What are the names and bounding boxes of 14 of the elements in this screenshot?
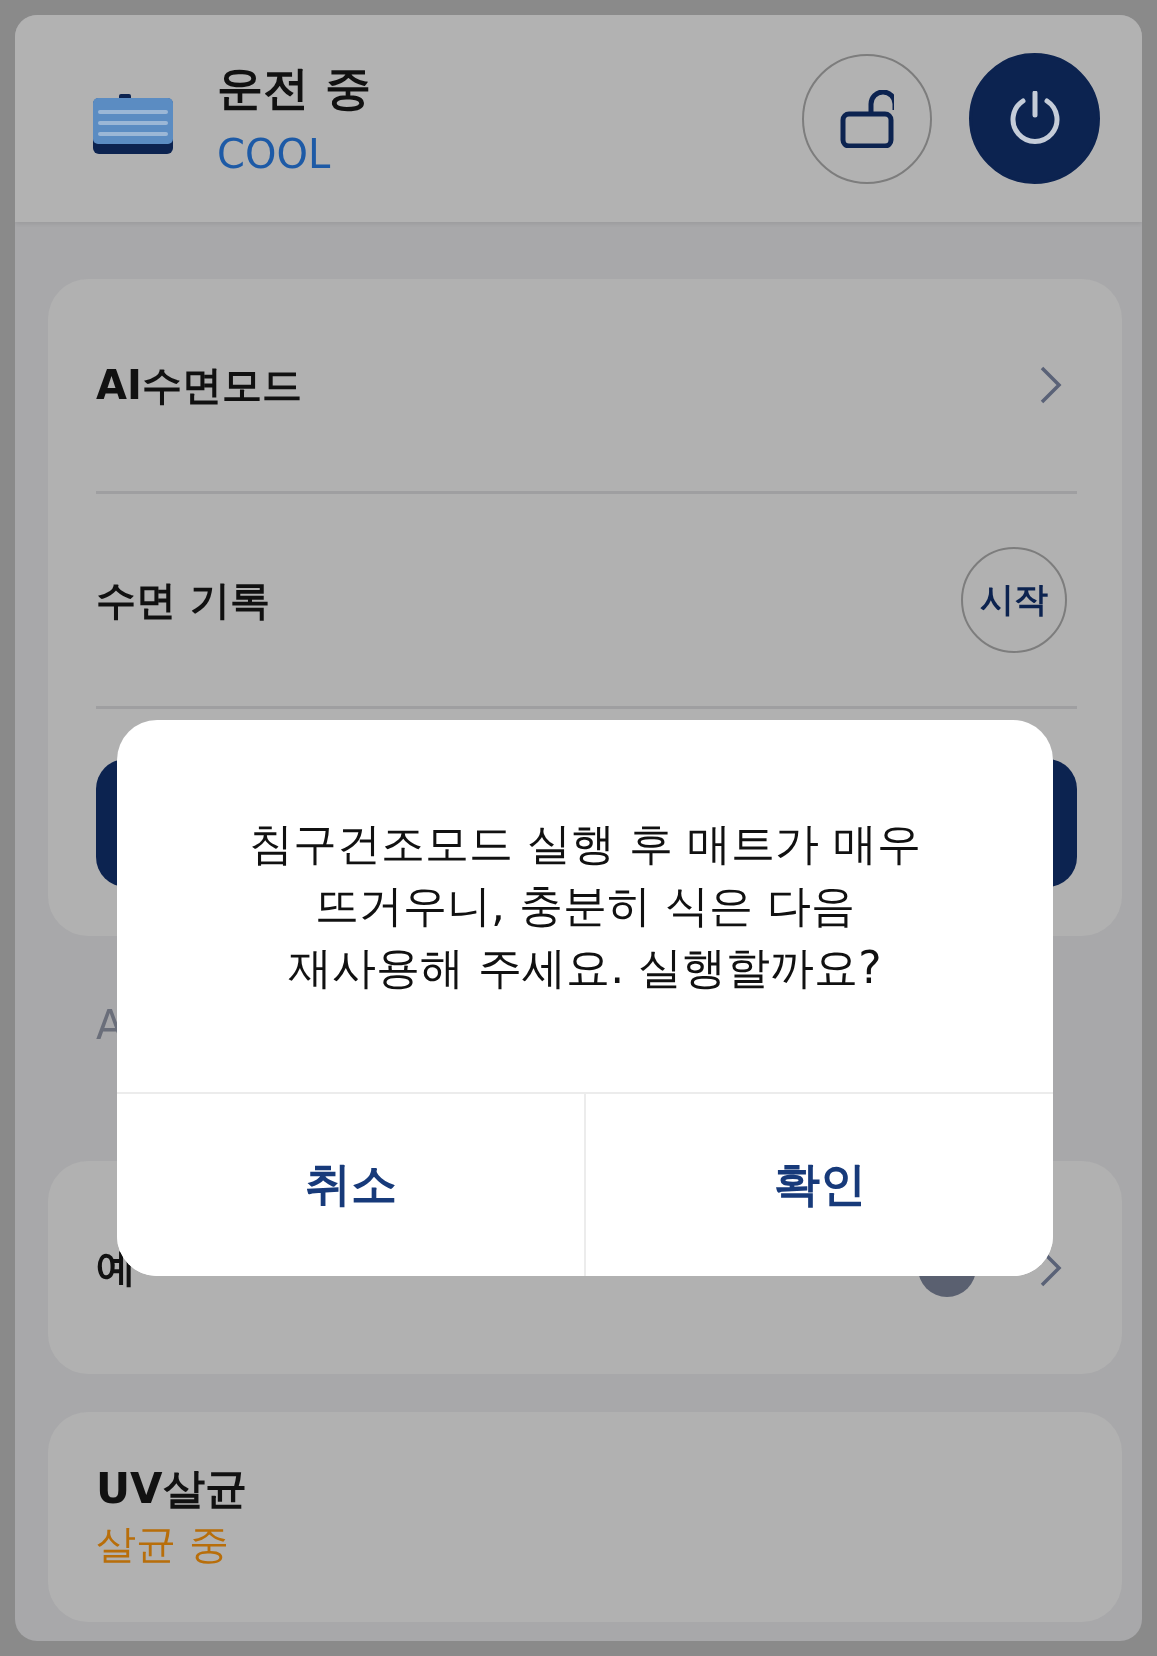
status-title: 운전 중 [217, 59, 372, 116]
lock-button[interactable] [802, 53, 932, 184]
power-icon [1007, 90, 1062, 147]
unlock-icon [840, 89, 894, 148]
air-conditioner-icon [93, 93, 173, 154]
dialog-message: 침구건조모드 실행 후 매트가 매우 뜨거우니, 충분히 식은 다음 재사용해 주세요. 실행할까요? [248, 817, 922, 995]
mode-label: COOL [217, 129, 332, 178]
chevron-icon[interactable] [1039, 365, 1063, 405]
uv-title: UV살균 [96, 1463, 248, 1515]
dialog-button[interactable]: 확인 [584, 1094, 1053, 1276]
uv-status: 살균 중 [96, 1520, 230, 1569]
start-button[interactable]: 시작 [961, 547, 1067, 653]
row-label: AI수면모드 [96, 360, 302, 410]
row-label: 수면 기록 [96, 575, 270, 625]
